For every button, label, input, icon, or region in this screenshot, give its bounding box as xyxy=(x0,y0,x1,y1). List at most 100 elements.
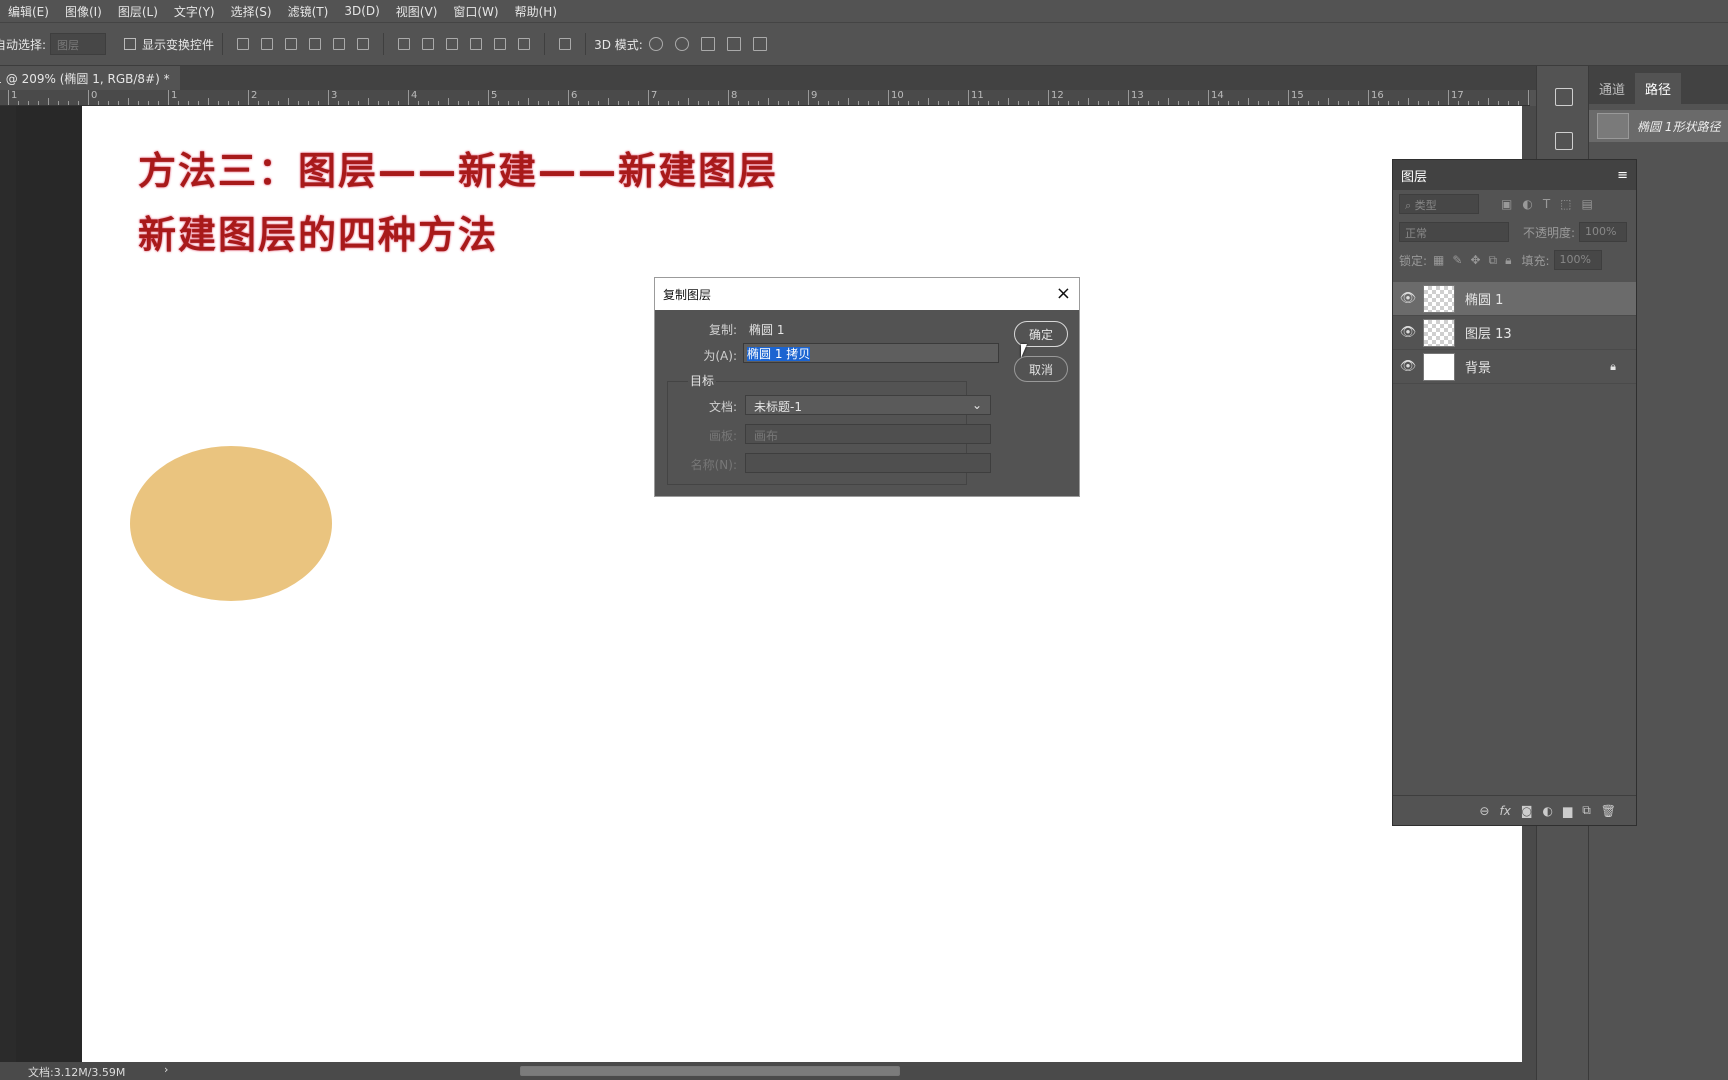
ruler-tick xyxy=(1378,101,1379,105)
distribute-vcenter-icon[interactable] xyxy=(422,38,435,50)
ruler-tick xyxy=(858,101,859,105)
auto-align-icon[interactable] xyxy=(559,38,572,50)
history-icon[interactable] xyxy=(1555,88,1573,106)
ruler-tick xyxy=(1238,101,1239,105)
menu-type[interactable]: 文字(Y) xyxy=(166,3,223,20)
ruler-tick xyxy=(1068,101,1069,105)
lock-all-icon[interactable]: 🔒︎ xyxy=(1505,253,1511,268)
ruler-tick xyxy=(778,101,779,105)
align-vcenter-icon[interactable] xyxy=(261,38,274,50)
distribute-hcenter-icon[interactable] xyxy=(494,38,507,50)
ruler-tick xyxy=(438,101,439,105)
ruler-tick xyxy=(978,101,979,105)
status-menu-arrow[interactable]: › xyxy=(164,1063,168,1076)
ellipse-shape[interactable] xyxy=(130,446,332,601)
3d-mode-label: 3D 模式: xyxy=(594,37,643,52)
3d-slide-icon[interactable] xyxy=(726,37,741,51)
ruler-tick xyxy=(578,101,579,105)
menu-help[interactable]: 帮助(H) xyxy=(507,3,565,20)
filter-shape-icon[interactable]: ⬚ xyxy=(1560,197,1571,211)
layer-name: 图层 13 xyxy=(1465,327,1512,342)
menu-view[interactable]: 视图(V) xyxy=(388,3,446,20)
ruler-tick xyxy=(908,101,909,105)
filter-type-icon[interactable]: T xyxy=(1543,197,1550,211)
ruler-tick xyxy=(108,101,109,105)
menu-edit[interactable]: 编辑(E) xyxy=(0,3,57,20)
as-name-input[interactable]: 椭圆 1 拷贝 xyxy=(743,343,999,363)
lock-artboard-icon[interactable]: ⧉ xyxy=(1489,253,1498,268)
layer-row[interactable]: 👁︎ 背景 🔒︎ xyxy=(1393,350,1636,384)
tab-channels[interactable]: 通道 xyxy=(1589,73,1635,104)
new-layer-icon[interactable]: ⧉ xyxy=(1582,803,1591,818)
lock-position-icon[interactable]: ✥ xyxy=(1470,253,1480,267)
ruler-tick xyxy=(128,98,129,105)
link-layers-icon[interactable]: ⊖ xyxy=(1479,804,1489,818)
align-bottom-icon[interactable] xyxy=(285,38,298,50)
visibility-eye-icon[interactable]: 👁︎ xyxy=(1393,325,1423,340)
menu-select[interactable]: 选择(S) xyxy=(223,3,280,20)
ruler-tick xyxy=(518,101,519,105)
properties-icon[interactable] xyxy=(1555,132,1573,150)
panel-menu-icon[interactable]: ≡ xyxy=(1617,168,1628,183)
layer-row[interactable]: 👁︎ 图层 13 xyxy=(1393,316,1636,350)
visibility-eye-icon[interactable]: 👁︎ xyxy=(1393,359,1423,374)
show-transform-checkbox[interactable] xyxy=(124,38,137,50)
document-tab[interactable]: 未标题-1 @ 209% (椭圆 1, RGB/8#) * × xyxy=(0,66,180,90)
ruler-tick xyxy=(278,101,279,105)
ruler-tick xyxy=(338,101,339,105)
layer-row[interactable]: 👁︎ 椭圆 1 xyxy=(1393,282,1636,316)
3d-roll-icon[interactable] xyxy=(674,37,689,51)
distribute-right-icon[interactable] xyxy=(518,38,531,50)
document-canvas[interactable]: 方法三：图层——新建——新建图层 新建图层的四种方法 xyxy=(82,106,1522,1062)
lock-transparent-icon[interactable]: ▦ xyxy=(1433,253,1444,267)
3d-scale-icon[interactable] xyxy=(752,37,767,51)
fx-icon[interactable]: fx xyxy=(1499,804,1510,818)
blend-mode-dropdown[interactable]: 正常 xyxy=(1399,222,1509,242)
ruler-number: 10 xyxy=(891,90,904,101)
visibility-eye-icon[interactable]: 👁︎ xyxy=(1393,291,1423,306)
delete-layer-icon[interactable]: 🗑︎ xyxy=(1601,804,1616,818)
distribute-bottom-icon[interactable] xyxy=(446,38,459,50)
filter-adjust-icon[interactable]: ◐ xyxy=(1522,197,1532,211)
align-right-icon[interactable] xyxy=(357,38,370,50)
3d-pan-icon[interactable] xyxy=(700,37,715,51)
align-hcenter-icon[interactable] xyxy=(333,38,346,50)
fill-input[interactable]: 100% xyxy=(1553,250,1602,270)
layer-thumbnail xyxy=(1423,318,1455,347)
path-item[interactable]: 椭圆 1形状路径 xyxy=(1589,110,1728,142)
close-icon[interactable]: × xyxy=(179,72,180,86)
ruler-tick xyxy=(378,101,379,105)
menu-3d[interactable]: 3D(D) xyxy=(336,4,387,18)
align-left-icon[interactable] xyxy=(309,38,322,50)
menu-filter[interactable]: 滤镜(T) xyxy=(280,3,337,20)
3d-rotate-icon[interactable] xyxy=(648,37,663,51)
ruler-tick xyxy=(718,101,719,105)
layer-list: 👁︎ 椭圆 1 👁︎ 图层 13 👁︎ 背景 🔒︎ xyxy=(1393,282,1636,384)
close-icon[interactable]: × xyxy=(1056,285,1071,303)
ruler-tick xyxy=(958,101,959,105)
ruler-tick xyxy=(1228,101,1229,105)
opacity-input[interactable]: 100% xyxy=(1579,222,1628,242)
lock-image-icon[interactable]: ✎ xyxy=(1452,253,1462,267)
adjustment-layer-icon[interactable]: ◐ xyxy=(1542,804,1552,818)
layer-filter-dropdown[interactable]: ⌕ 类型 xyxy=(1399,194,1479,214)
distribute-top-icon[interactable] xyxy=(398,38,411,50)
menu-layer[interactable]: 图层(L) xyxy=(110,3,166,20)
menu-image[interactable]: 图像(I) xyxy=(57,3,110,20)
ruler-tick xyxy=(1178,101,1179,105)
fill-label: 填充: xyxy=(1521,253,1550,268)
cancel-button[interactable]: 取消 xyxy=(1014,356,1068,382)
auto-select-dropdown[interactable]: 图层 xyxy=(50,33,107,55)
ruler-tick xyxy=(268,101,269,105)
add-mask-icon[interactable]: ◙ xyxy=(1521,804,1533,818)
tab-paths[interactable]: 路径 xyxy=(1635,73,1682,104)
document-dropdown[interactable]: 未标题-1 ⌄ xyxy=(745,395,991,415)
ruler-tick xyxy=(1038,101,1039,105)
new-group-icon[interactable]: ▆ xyxy=(1563,804,1572,818)
filter-smart-icon[interactable]: ▤ xyxy=(1582,197,1593,211)
menu-window[interactable]: 窗口(W) xyxy=(445,3,506,20)
filter-pixel-icon[interactable]: ▣ xyxy=(1501,197,1512,211)
align-top-icon[interactable] xyxy=(237,38,250,50)
distribute-left-icon[interactable] xyxy=(470,38,483,50)
horizontal-scrollbar-thumb[interactable] xyxy=(520,1066,900,1076)
